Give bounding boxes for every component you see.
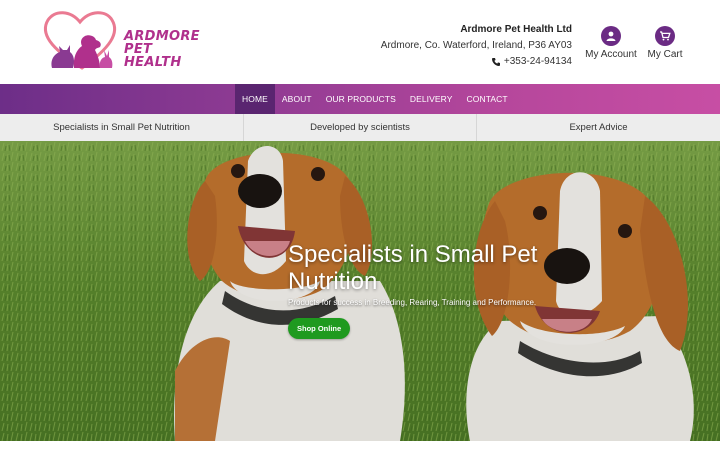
company-phone[interactable]: +353-24-94134 [491,54,572,70]
cart-icon [655,26,675,46]
feature-scientists: Developed by scientists [244,114,477,141]
company-info: Ardmore Pet Health Ltd Ardmore, Co. Wate… [381,22,572,73]
company-name: Ardmore Pet Health Ltd [460,24,572,35]
hero-banner: Specialists in Small Pet Nutrition Produ… [0,141,720,441]
feature-strip: Specialists in Small Pet Nutrition Devel… [0,114,720,141]
logo-text: ARDMORE PET HEALTH [124,30,200,69]
my-account-label: My Account [585,49,637,60]
phone-icon [491,58,500,66]
logo-line-2: PET HEALTH [124,42,182,70]
feature-expert-advice: Expert Advice [569,122,628,133]
feature-nutrition: Specialists in Small Pet Nutrition [0,114,244,141]
hero-title: Specialists in Small Pet Nutrition [288,241,538,295]
shop-online-button[interactable]: Shop Online [288,318,351,339]
nav-item-home[interactable]: HOME [235,84,275,114]
nav-item-delivery[interactable]: DELIVERY [403,84,460,114]
site-logo[interactable]: ARDMORE PET HEALTH [40,8,200,74]
my-cart-link[interactable]: My Cart [644,26,686,60]
nav-items: HOME ABOUT OUR PRODUCTS DELIVERY CONTACT [235,84,515,114]
nav-item-contact[interactable]: CONTACT [460,84,515,114]
company-address: Ardmore, Co. Waterford, Ireland, P36 AY0… [380,40,572,51]
my-account-link[interactable]: My Account [584,26,638,60]
nav-item-our-products[interactable]: OUR PRODUCTS [319,84,403,114]
site-header: ARDMORE PET HEALTH Ardmore Pet Health Lt… [0,0,720,84]
hero-subtitle: Products for success in Breeding, Rearin… [288,298,537,307]
nav-item-about[interactable]: ABOUT [275,84,319,114]
user-icon [601,26,621,46]
main-nav: HOME ABOUT OUR PRODUCTS DELIVERY CONTACT [0,84,720,114]
phone-number: +353-24-94134 [503,56,572,67]
my-cart-label: My Cart [647,49,683,60]
page-bottom-band [0,441,720,450]
